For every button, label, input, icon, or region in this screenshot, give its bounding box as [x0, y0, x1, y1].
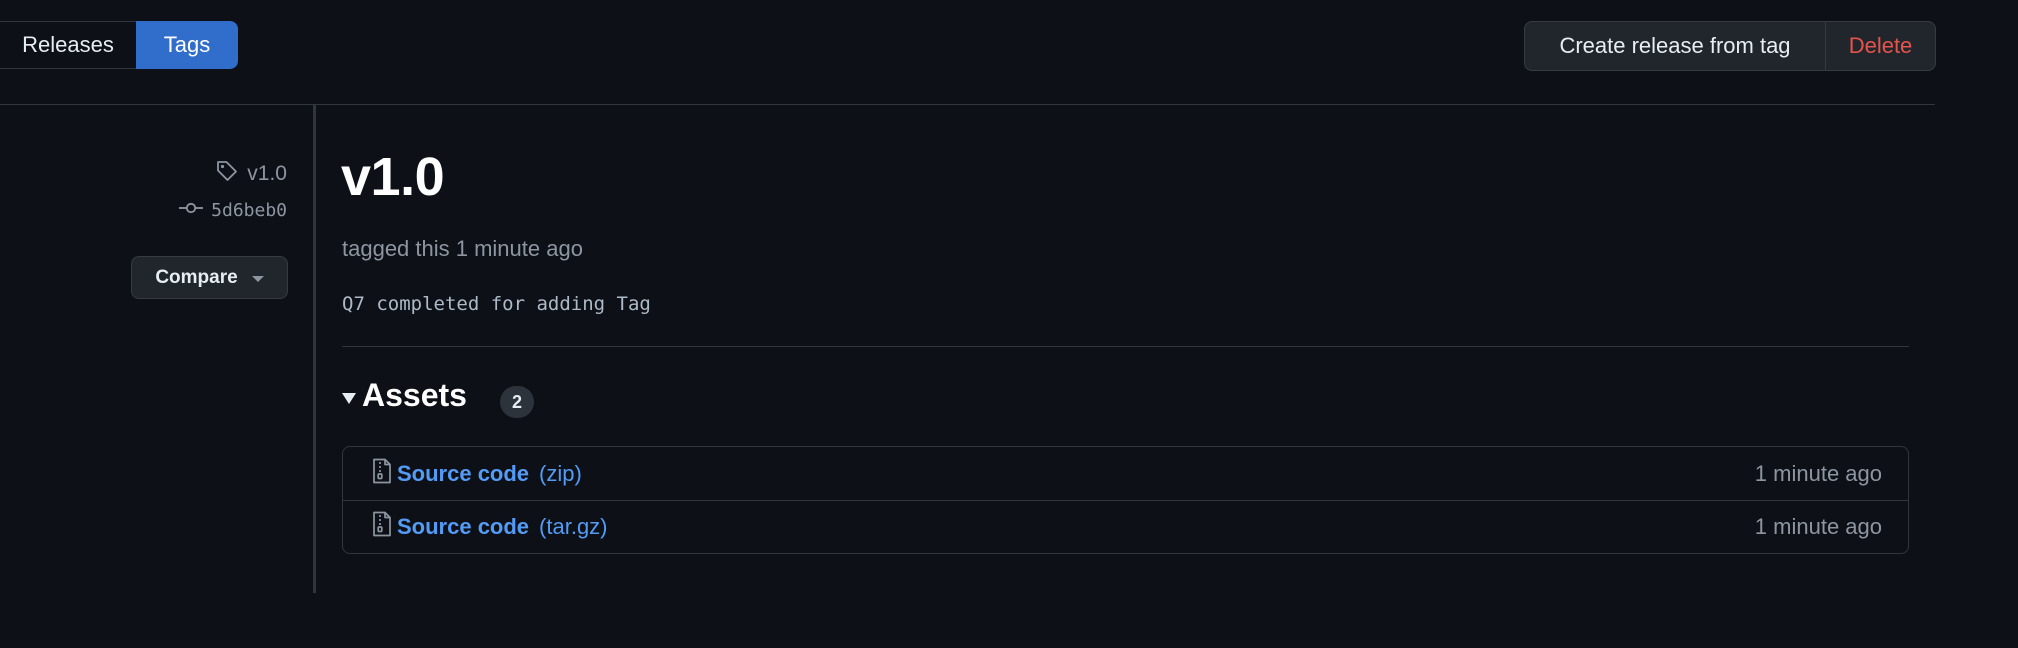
commit-icon: [179, 200, 204, 221]
asset-name: Source code: [397, 514, 530, 539]
file-zip-icon: [371, 511, 393, 543]
asset-time: 1 minute ago: [1754, 460, 1882, 486]
asset-name: Source code: [397, 460, 530, 486]
triangle-down-icon: [342, 393, 356, 404]
content-divider: [342, 346, 1909, 347]
chevron-down-icon: [251, 276, 264, 282]
create-release-from-tag-button[interactable]: Create release from tag: [1524, 21, 1826, 71]
asset-format: (tar.gz): [539, 514, 608, 539]
tag-label: v1.0: [247, 162, 287, 185]
asset-row: Source code (tar.gz) 1 minute ago: [343, 500, 1908, 553]
assets-heading: Assets: [362, 377, 467, 413]
asset-link-targz[interactable]: Source code (tar.gz): [371, 511, 608, 543]
asset-time: 1 minute ago: [1754, 514, 1882, 539]
asset-row: Source code (zip) 1 minute ago: [343, 447, 1908, 500]
asset-link-zip[interactable]: Source code (zip): [371, 458, 582, 490]
tag-ref[interactable]: v1.0: [215, 159, 287, 189]
delete-button[interactable]: Delete: [1826, 21, 1936, 71]
tagged-time-text: tagged this 1 minute ago: [342, 236, 583, 261]
compare-label: Compare: [155, 266, 238, 288]
assets-toggle[interactable]: Assets: [342, 377, 467, 414]
tag-icon: [215, 159, 239, 189]
release-actions: Create release from tag Delete: [1524, 21, 1936, 71]
file-zip-icon: [371, 458, 393, 490]
compare-dropdown-button[interactable]: Compare: [131, 256, 288, 299]
assets-count-badge: 2: [500, 386, 534, 418]
commit-ref[interactable]: 5d6beb0: [179, 200, 287, 221]
tag-message: Q7 completed for adding Tag: [342, 293, 651, 315]
assets-list: Source code (zip) 1 minute ago Source co…: [342, 446, 1909, 554]
asset-format: (zip): [539, 460, 582, 486]
tab-releases[interactable]: Releases: [0, 21, 136, 69]
releases-tags-switcher: Releases Tags: [0, 21, 238, 69]
tab-tags[interactable]: Tags: [136, 21, 238, 69]
commit-sha: 5d6beb0: [211, 200, 287, 221]
release-page: Releases Tags Create release from tag De…: [0, 0, 2018, 648]
release-title: v1.0: [341, 147, 445, 207]
header-divider: [0, 104, 1935, 105]
timeline-line: [313, 105, 316, 593]
